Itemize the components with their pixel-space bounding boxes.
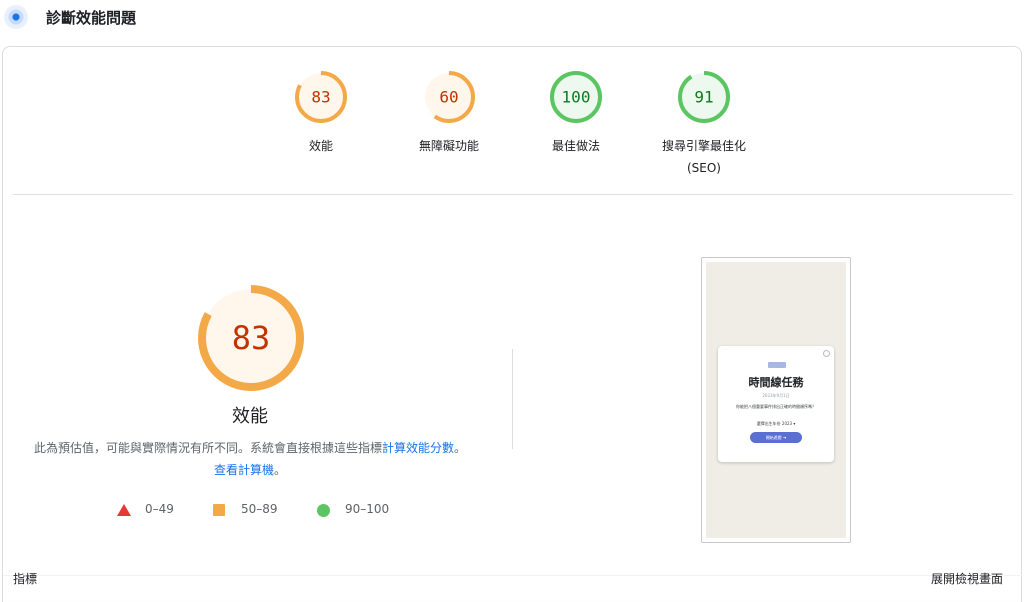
performance-gauge-large: 83 [198, 285, 304, 395]
page-title: 診斷效能問題 [46, 9, 137, 27]
gauge-score: 91 [694, 88, 713, 107]
square-icon [213, 504, 225, 516]
metrics-label: 指標 [13, 572, 38, 586]
score-gauges: 83 效能 60 無障礙功能 100 最佳做法 91 搜尋引擎最佳化 (SEO) [3, 47, 1023, 195]
gauge-label: 無障礙功能 [418, 139, 479, 153]
description-text: 。 [274, 463, 287, 477]
circle-icon [317, 504, 330, 517]
gauge-score: 100 [562, 88, 591, 107]
screenshot-chip [768, 362, 786, 368]
gauge-label: 效能 [308, 139, 333, 153]
performance-gauge-ring: 83 [198, 285, 304, 391]
gauge-label-sub: (SEO) [686, 161, 721, 175]
gauge-score: 83 [311, 88, 330, 107]
performance-description: 此為預估值，可能與實際情況有所不同。系統會直接根據這些指標計算效能分數。查看計算… [33, 437, 467, 481]
gauge-ring: 83 [295, 71, 347, 123]
calc-score-link[interactable]: 計算效能分數 [382, 441, 454, 455]
gauge-label-main: 搜尋引擎最佳化 [661, 139, 746, 153]
gauge-best-practices[interactable]: 100 最佳做法 [506, 71, 646, 157]
legend-range: 90–100 [345, 502, 390, 516]
divider [13, 194, 1013, 195]
screenshot-viewport: 時間線任務 2023年9月1日 你能把八個重要事件排出正確的時間順序嗎？ 選擇出… [706, 262, 846, 538]
gauge-accessibility[interactable]: 60 無障礙功能 [379, 71, 519, 157]
gauge-performance[interactable]: 83 效能 [251, 71, 391, 157]
screenshot-modal: 時間線任務 2023年9月1日 你能把八個重要事件排出正確的時間順序嗎？ 選擇出… [718, 346, 834, 462]
gauge-seo[interactable]: 91 搜尋引擎最佳化 (SEO) [634, 71, 774, 179]
expand-view-toggle[interactable]: 展開檢視畫面 [931, 570, 1003, 587]
lighthouse-logo-icon [4, 5, 28, 29]
screenshot-start-button: 開始遊戲 ➔ [750, 432, 802, 443]
gauge-ring: 100 [550, 71, 602, 123]
page-header: 診斷效能問題 [0, 0, 1024, 36]
close-icon [823, 350, 830, 357]
triangle-icon [117, 504, 131, 516]
screenshot-date: 2023年9月1日 [762, 393, 790, 398]
legend-range: 0–49 [145, 502, 174, 516]
screenshot-title: 時間線任務 [748, 376, 804, 389]
screenshot-question: 你能把八個重要事件排出正確的時間順序嗎？ [736, 404, 816, 409]
metrics-section [3, 575, 1023, 602]
page-screenshot[interactable]: 時間線任務 2023年9月1日 你能把八個重要事件排出正確的時間順序嗎？ 選擇出… [701, 257, 851, 543]
performance-score: 83 [232, 319, 271, 357]
description-text: 。 [454, 441, 467, 455]
performance-title: 效能 [232, 406, 268, 427]
report-card: 83 效能 60 無障礙功能 100 最佳做法 91 搜尋引擎最佳化 (SEO)… [2, 46, 1023, 602]
gauge-label: 搜尋引擎最佳化 (SEO) [634, 135, 774, 179]
gauge-score: 60 [439, 88, 458, 107]
gauge-ring: 60 [423, 71, 475, 123]
gauge-ring: 91 [678, 71, 730, 123]
screenshot-select: 選擇出生年份 2023 ▾ [756, 421, 796, 426]
gauge-label: 最佳做法 [551, 139, 600, 153]
calculator-link[interactable]: 查看計算機 [214, 463, 274, 477]
legend-range: 50–89 [241, 502, 278, 516]
vertical-divider [512, 349, 513, 449]
description-text: 此為預估值，可能與實際情況有所不同。系統會直接根據這些指標 [33, 441, 382, 455]
